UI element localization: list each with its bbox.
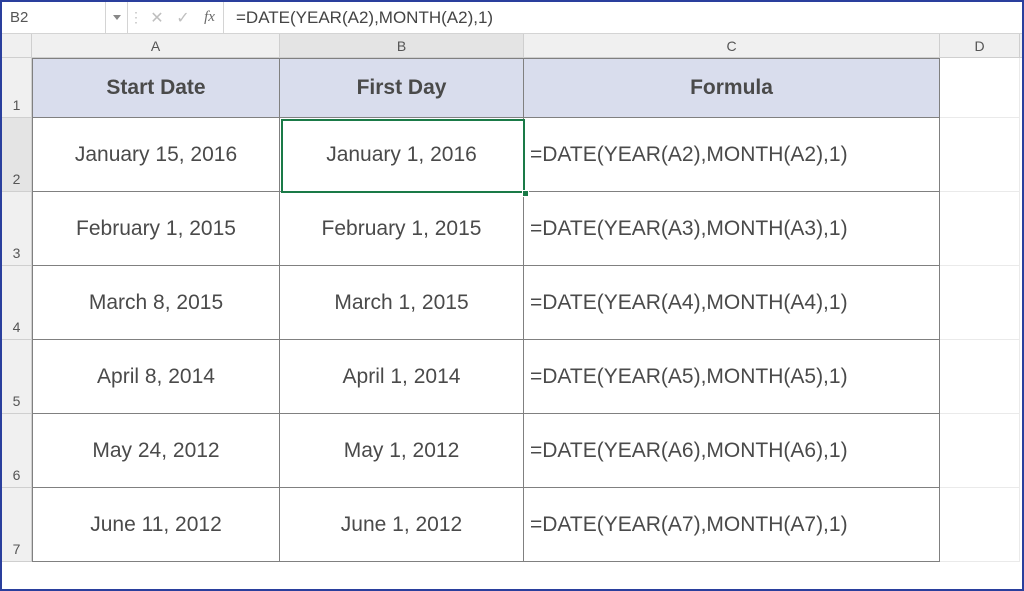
cell-B7[interactable]: June 1, 2012 xyxy=(280,488,524,562)
cell-C4[interactable]: =DATE(YEAR(A4),MONTH(A4),1) xyxy=(524,266,940,340)
formula-input[interactable]: =DATE(YEAR(A2),MONTH(A2),1) xyxy=(224,8,1022,28)
cell-C6[interactable]: =DATE(YEAR(A6),MONTH(A6),1) xyxy=(524,414,940,488)
fx-icon[interactable]: fx xyxy=(196,2,224,33)
cell-D7[interactable] xyxy=(940,488,1020,562)
formula-bar: B2 ⋮ ✕ ✓ fx =DATE(YEAR(A2),MONTH(A2),1) xyxy=(2,2,1022,34)
cell-A5[interactable]: April 8, 2014 xyxy=(32,340,280,414)
cell-D5[interactable] xyxy=(940,340,1020,414)
select-all-corner[interactable] xyxy=(2,34,32,57)
cell-A6[interactable]: May 24, 2012 xyxy=(32,414,280,488)
column-header-C[interactable]: C xyxy=(524,34,940,57)
column-header-A[interactable]: A xyxy=(32,34,280,57)
cell-C3[interactable]: =DATE(YEAR(A3),MONTH(A3),1) xyxy=(524,192,940,266)
enter-icon[interactable]: ✓ xyxy=(170,2,196,33)
cell-A3[interactable]: February 1, 2015 xyxy=(32,192,280,266)
cell-B2[interactable]: January 1, 2016 xyxy=(280,118,524,192)
cell-A4[interactable]: March 8, 2015 xyxy=(32,266,280,340)
cell-A7[interactable]: June 11, 2012 xyxy=(32,488,280,562)
excel-window: B2 ⋮ ✕ ✓ fx =DATE(YEAR(A2),MONTH(A2),1) … xyxy=(0,0,1024,591)
row-header-1[interactable]: 1 xyxy=(2,58,32,118)
cell-C2[interactable]: =DATE(YEAR(A2),MONTH(A2),1) xyxy=(524,118,940,192)
cell-D2[interactable] xyxy=(940,118,1020,192)
row-header-2[interactable]: 2 xyxy=(2,118,32,192)
header-first-day[interactable]: First Day xyxy=(280,58,524,118)
cell-B3[interactable]: February 1, 2015 xyxy=(280,192,524,266)
name-box-dropdown[interactable] xyxy=(106,2,128,33)
row-header-3[interactable]: 3 xyxy=(2,192,32,266)
cell-D3[interactable] xyxy=(940,192,1020,266)
cell-D4[interactable] xyxy=(940,266,1020,340)
row-header-7[interactable]: 7 xyxy=(2,488,32,562)
cell-A2[interactable]: January 15, 2016 xyxy=(32,118,280,192)
column-header-B[interactable]: B xyxy=(280,34,524,57)
row-header-5[interactable]: 5 xyxy=(2,340,32,414)
column-header-D[interactable]: D xyxy=(940,34,1020,57)
name-box[interactable]: B2 xyxy=(2,2,106,33)
cancel-icon[interactable]: ✕ xyxy=(144,2,170,33)
row-header-4[interactable]: 4 xyxy=(2,266,32,340)
cell-B6[interactable]: May 1, 2012 xyxy=(280,414,524,488)
cell-C7[interactable]: =DATE(YEAR(A7),MONTH(A7),1) xyxy=(524,488,940,562)
cell-D1[interactable] xyxy=(940,58,1020,118)
column-headers: A B C D xyxy=(2,34,1022,58)
row-header-6[interactable]: 6 xyxy=(2,414,32,488)
formula-bar-separator: ⋮ xyxy=(128,2,144,33)
cell-B5[interactable]: April 1, 2014 xyxy=(280,340,524,414)
cell-D6[interactable] xyxy=(940,414,1020,488)
header-formula[interactable]: Formula xyxy=(524,58,940,118)
cell-B4[interactable]: March 1, 2015 xyxy=(280,266,524,340)
cell-C5[interactable]: =DATE(YEAR(A5),MONTH(A5),1) xyxy=(524,340,940,414)
header-start-date[interactable]: Start Date xyxy=(32,58,280,118)
